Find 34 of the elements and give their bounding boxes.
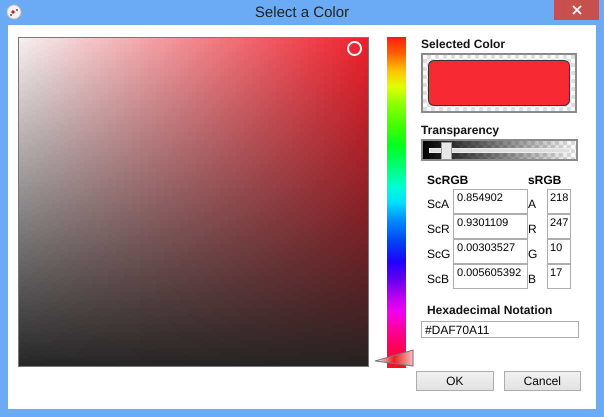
field-label: ScR	[427, 220, 451, 236]
value-field[interactable]: 10	[547, 239, 571, 264]
field-label: ScG	[427, 246, 452, 260]
field-label: R	[528, 220, 538, 236]
column-heading: sRGB	[528, 173, 562, 189]
field-label: ScB	[427, 270, 450, 286]
value-field[interactable]: 218	[547, 189, 571, 214]
value-field[interactable]: 0.00303527	[453, 239, 528, 264]
value-field[interactable]: 0.005605392	[453, 264, 528, 289]
window-title: Select a Color	[254, 4, 350, 21]
section-label: Hexadecimal Notation	[427, 303, 554, 317]
close-icon	[572, 5, 582, 15]
dialog-button[interactable]: OK	[416, 371, 494, 391]
value-field[interactable]: 0.9301109	[453, 214, 528, 239]
hex-input-field[interactable]: #DAF70A11	[421, 321, 579, 338]
color-picker-handle[interactable]	[347, 41, 362, 56]
column-heading: ScRGB	[427, 173, 470, 189]
transparency-slider[interactable]	[421, 139, 578, 161]
dialog-button[interactable]: Cancel	[504, 371, 581, 391]
hue-slider-thumb[interactable]	[374, 349, 414, 368]
value-field[interactable]: 247	[547, 214, 571, 239]
field-label: A	[528, 196, 538, 210]
hue-slider[interactable]	[374, 37, 414, 368]
color-field[interactable]	[18, 37, 369, 367]
slider-thumb[interactable]	[440, 142, 452, 160]
section-label: Transparency	[421, 123, 500, 137]
close-button[interactable]	[554, 0, 599, 20]
color-wheel-icon	[6, 4, 22, 20]
field-label: B	[528, 270, 538, 286]
value-field[interactable]: 0.854902	[453, 189, 528, 214]
field-label: G	[528, 246, 538, 260]
value-field[interactable]: 17	[547, 264, 571, 289]
field-label: ScA	[427, 196, 450, 210]
section-label: Selected Color	[421, 37, 506, 51]
